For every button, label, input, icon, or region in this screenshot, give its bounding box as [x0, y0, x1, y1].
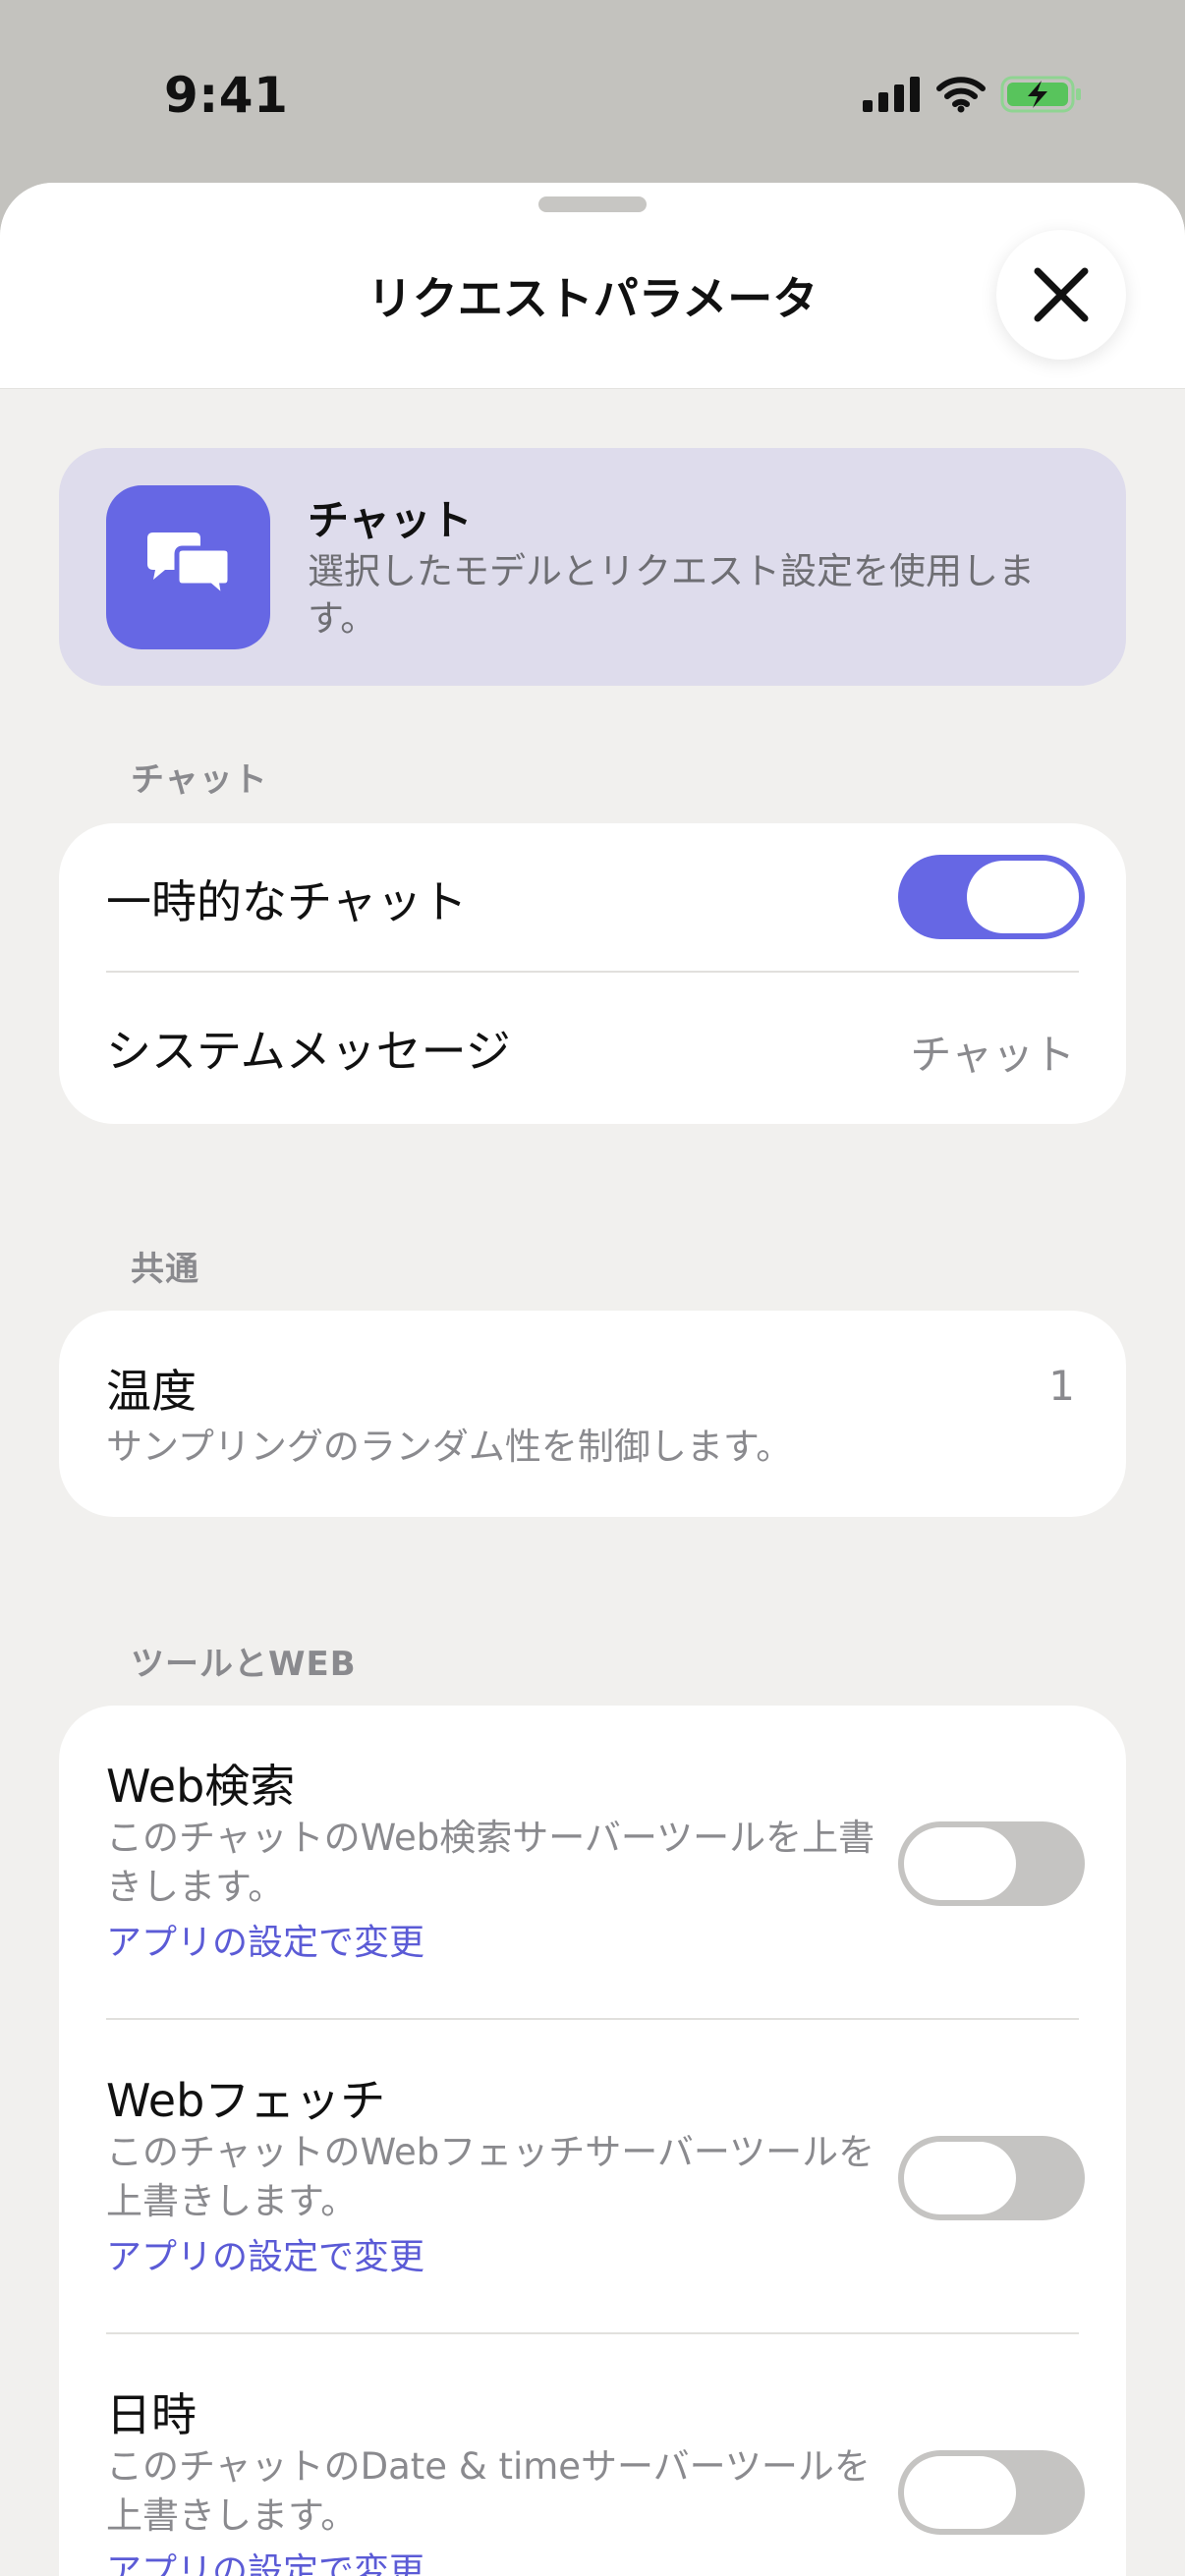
section-label-common: 共通 [131, 1250, 199, 1289]
close-icon [1034, 267, 1089, 322]
close-button[interactable] [996, 230, 1126, 360]
divider [106, 2332, 1079, 2334]
temperature-description: サンプリングのランダム性を制御します。 [106, 1426, 793, 1468]
system-message-label: システムメッセージ [106, 1025, 511, 1078]
tools-card: Web検索 このチャットのWeb検索サーバーツールを上書きします。 アプリの設定… [59, 1706, 1126, 2576]
status-icons [863, 75, 1083, 114]
status-bar: 9:41 [0, 0, 1185, 187]
temporary-chat-toggle[interactable] [898, 855, 1085, 939]
cellular-signal-icon [863, 77, 920, 112]
parameters-sheet: リクエストパラメータ チャット 選択したモデルとリクエスト設定を使用します。 チ… [0, 183, 1185, 2576]
chat-settings-card: 一時的なチャット システムメッセージ チャット [59, 823, 1126, 1124]
battery-charging-icon [1000, 76, 1081, 113]
status-time: 9:41 [164, 67, 289, 124]
chat-bubbles-icon [106, 485, 270, 649]
toggle-knob [904, 2142, 1016, 2214]
toggle-knob [904, 1827, 1016, 1900]
datetime-toggle[interactable] [898, 2450, 1085, 2535]
system-message-row[interactable]: システムメッセージ チャット [59, 973, 1126, 1124]
temperature-value: 1 [1048, 1362, 1075, 1410]
system-message-value: チャット [910, 1031, 1075, 1079]
section-label-chat: チャット [131, 760, 268, 800]
web-search-toggle[interactable] [898, 1821, 1085, 1906]
toggle-knob [967, 861, 1079, 933]
web-fetch-settings-link[interactable]: アプリの設定で変更 [106, 2228, 424, 2279]
temporary-chat-label: 一時的なチャット [106, 875, 468, 928]
chat-mode-banner: チャット 選択したモデルとリクエスト設定を使用します。 [59, 448, 1126, 686]
temperature-card[interactable]: 温度 1 サンプリングのランダム性を制御します。 [59, 1311, 1126, 1517]
banner-title: チャット [308, 496, 473, 544]
section-label-tools: ツールとWEB [131, 1645, 357, 1684]
web-search-label: Web検索 [106, 1760, 296, 1813]
web-fetch-label: Webフェッチ [106, 2074, 386, 2127]
datetime-settings-link[interactable]: アプリの設定で変更 [106, 2543, 424, 2576]
datetime-description: このチャットのDate & timeサーバーツールを上書きします。 [106, 2445, 871, 2537]
wifi-icon [936, 77, 986, 113]
web-search-description: このチャットのWeb検索サーバーツールを上書きします。 [106, 1817, 875, 1908]
sheet-grabber[interactable] [538, 196, 647, 212]
web-fetch-description: このチャットのWebフェッチサーバーツールを上書きします。 [106, 2131, 875, 2222]
web-search-settings-link[interactable]: アプリの設定で変更 [106, 1914, 424, 1965]
banner-description: 選択したモデルとリクエスト設定を使用します。 [308, 550, 1035, 640]
web-fetch-toggle[interactable] [898, 2136, 1085, 2220]
divider [106, 2018, 1079, 2020]
temperature-label: 温度 [106, 1365, 197, 1418]
toggle-knob [904, 2456, 1016, 2529]
sheet-header: リクエストパラメータ [0, 183, 1185, 389]
datetime-label: 日時 [106, 2388, 197, 2441]
